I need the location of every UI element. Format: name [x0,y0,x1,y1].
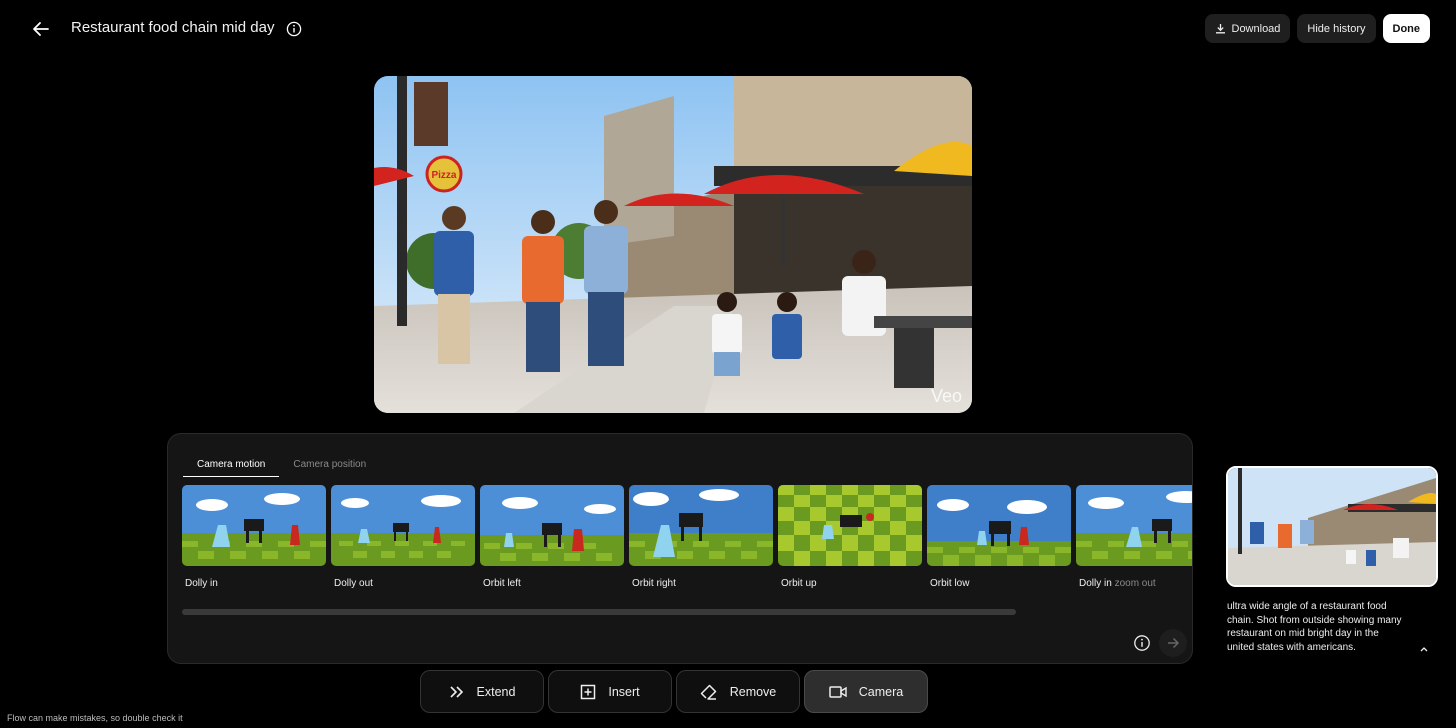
remove-label: Remove [729,684,777,699]
street-scene-image: Pizza [374,76,972,413]
hide-history-label: Hide history [1307,22,1366,35]
remove-button[interactable]: Remove [676,670,800,713]
double-chevron-right-icon [449,685,463,698]
top-actions: Download Hide history Done [1204,14,1430,43]
option-orbit-up[interactable]: Orbit up [778,485,922,589]
option-label: Dolly out [334,578,373,589]
eraser-icon [700,684,716,700]
page-title: Restaurant food chain mid day [71,19,275,36]
option-label: Orbit right [632,578,676,589]
option-dolly-in[interactable]: Dolly in [182,485,326,589]
tab-camera-motion[interactable]: Camera motion [183,458,280,477]
arrow-right-icon [1168,637,1180,649]
option-thumbnail [1076,485,1192,566]
panel-info-button[interactable] [1133,634,1151,652]
edit-toolbar: Extend Insert Remove Camera [420,670,928,713]
camera-label: Camera [858,684,904,699]
insert-label: Insert [608,684,640,699]
back-button[interactable] [26,14,56,44]
option-dolly-out[interactable]: Dolly out [331,485,475,589]
done-label: Done [1392,22,1421,35]
option-label-main: Dolly in [1079,578,1112,589]
camera-panel: Camera motion Camera position Dolly in D… [167,433,1193,664]
camera-options: Dolly in Dolly out Orbit left Orbit righ… [182,485,1192,589]
send-button[interactable] [1159,629,1187,657]
plus-square-icon [581,684,596,699]
veo-watermark: Veo [930,386,962,406]
history-prompt-text: ultra wide angle of a restaurant food ch… [1227,601,1402,653]
option-thumbnail [778,485,922,566]
download-icon [1215,24,1225,34]
extend-label: Extend [476,684,516,699]
option-label: Orbit up [781,578,817,589]
option-dolly-in-zoom-out[interactable]: Dolly in zoom out [1076,485,1192,589]
hide-history-button[interactable]: Hide history [1297,14,1376,43]
camera-tabs: Camera motion Camera position [183,458,380,477]
option-thumbnail [927,485,1071,566]
option-orbit-left[interactable]: Orbit left [480,485,624,589]
option-label: Dolly in zoom out [1076,578,1192,589]
history-item-thumbnail[interactable] [1226,466,1438,587]
video-preview[interactable]: Pizza Veo [374,76,972,413]
download-button[interactable]: Download [1204,14,1291,43]
option-orbit-right[interactable]: Orbit right [629,485,773,589]
option-thumbnail [480,485,624,566]
video-camera-icon [829,685,847,698]
horizontal-scrollbar[interactable] [182,609,1016,615]
insert-button[interactable]: Insert [548,670,672,713]
option-label-suffix: zoom out [1114,578,1156,589]
pizza-sign-text: Pizza [431,170,456,181]
option-label: Orbit left [483,578,521,589]
disclaimer-text: Flow can make mistakes, so double check … [7,713,183,723]
option-thumbnail [629,485,773,566]
option-orbit-low[interactable]: Orbit low [927,485,1071,589]
info-icon [1134,635,1150,651]
collapse-history-button[interactable] [1416,642,1432,656]
done-button[interactable]: Done [1382,14,1430,43]
info-icon [286,21,302,37]
extend-button[interactable]: Extend [420,670,544,713]
tab-camera-position[interactable]: Camera position [279,458,380,477]
option-label: Orbit low [930,578,970,589]
download-label: Download [1231,22,1281,35]
arrow-left-icon [33,22,49,36]
history-scene-image [1228,468,1436,585]
info-button[interactable] [283,18,305,40]
camera-button[interactable]: Camera [804,670,928,713]
option-thumbnail [182,485,326,566]
chevron-up-icon [1420,647,1428,652]
option-label: Dolly in [185,578,218,589]
option-thumbnail [331,485,475,566]
